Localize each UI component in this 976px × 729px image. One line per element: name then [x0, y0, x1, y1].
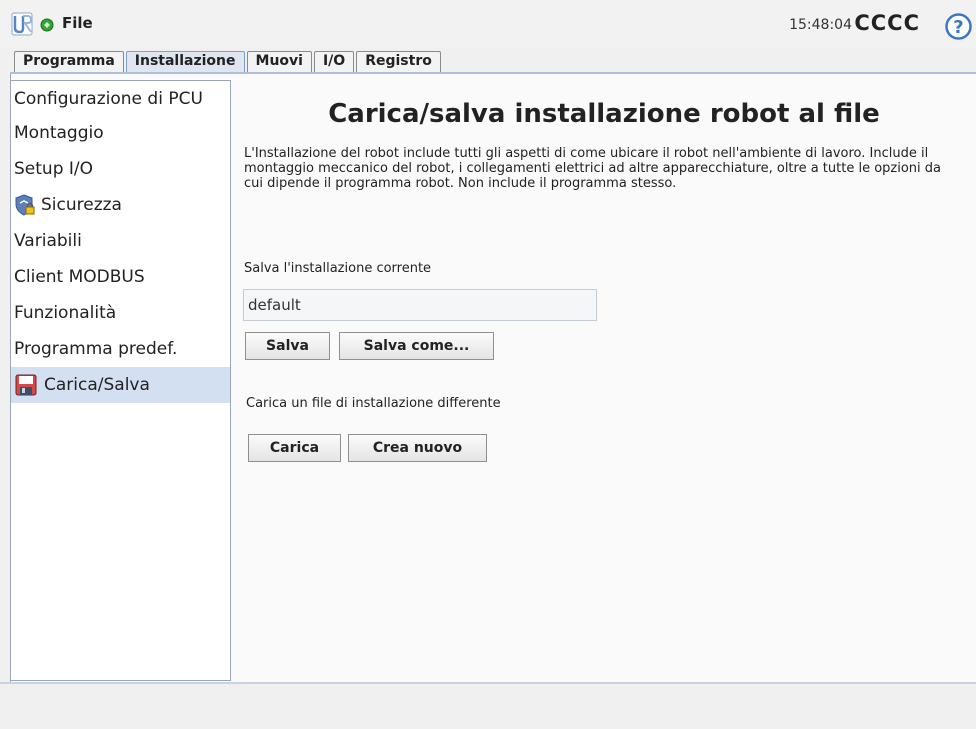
- sidebar-item-setup-io[interactable]: Setup I/O: [11, 151, 230, 187]
- file-menu[interactable]: File: [62, 14, 93, 32]
- sidebar-item-funzionalita[interactable]: Funzionalità: [11, 295, 230, 331]
- main-tabs: Programma Installazione Muovi I/O Regist…: [14, 51, 443, 73]
- floppy-disk-icon: [15, 374, 37, 396]
- sidebar-item-label: Configurazione di PCU: [14, 89, 203, 109]
- tab-programma[interactable]: Programma: [14, 51, 124, 72]
- sidebar-item-label: Client MODBUS: [14, 267, 145, 287]
- sidebar-item-sicurezza[interactable]: Sicurezza: [11, 187, 230, 223]
- ur-logo-icon[interactable]: [11, 12, 33, 36]
- sidebar-item-label: Programma predef.: [14, 339, 178, 359]
- sidebar-item-label: Variabili: [14, 231, 82, 251]
- create-new-button[interactable]: Crea nuovo: [348, 434, 487, 462]
- load-section-label: Carica un file di installazione differen…: [246, 396, 501, 411]
- robot-name: CCCC: [854, 11, 920, 35]
- save-as-button[interactable]: Salva come...: [339, 332, 494, 360]
- top-bar: File 15:48:04 CCCC ?: [0, 0, 976, 48]
- sidebar-item-label: Setup I/O: [14, 159, 94, 179]
- sidebar-item-montaggio[interactable]: Montaggio: [11, 115, 230, 151]
- sidebar-item-carica-salva[interactable]: Carica/Salva: [11, 367, 230, 403]
- shield-lock-icon: [15, 194, 35, 216]
- sidebar: Configurazione di PCU Montaggio Setup I/…: [10, 80, 231, 681]
- sidebar-item-configurazione-pcu[interactable]: Configurazione di PCU: [11, 81, 230, 117]
- sidebar-item-label: Montaggio: [14, 123, 104, 143]
- tab-registro[interactable]: Registro: [356, 51, 441, 72]
- sidebar-item-programma-predef[interactable]: Programma predef.: [11, 331, 230, 367]
- sidebar-item-label: Funzionalità: [14, 303, 117, 323]
- sidebar-item-label: Carica/Salva: [44, 375, 150, 395]
- sidebar-item-label: Sicurezza: [41, 195, 122, 215]
- tab-io[interactable]: I/O: [313, 51, 355, 72]
- status-green-icon[interactable]: [40, 18, 54, 32]
- tab-installazione[interactable]: Installazione: [125, 51, 245, 72]
- page-description: L'Installazione del robot include tutti …: [244, 146, 942, 191]
- bottom-divider: [0, 682, 976, 684]
- tab-muovi[interactable]: Muovi: [246, 51, 312, 72]
- page-title: Carica/salva installazione robot al file: [328, 99, 880, 129]
- save-button[interactable]: Salva: [245, 332, 330, 360]
- load-button[interactable]: Carica: [248, 434, 341, 462]
- installation-filename-field[interactable]: default: [243, 289, 597, 321]
- svg-text:?: ?: [953, 17, 963, 38]
- save-section-label: Salva l'installazione corrente: [244, 261, 432, 276]
- clock-display: 15:48:04: [789, 17, 852, 33]
- help-icon[interactable]: ?: [945, 13, 972, 40]
- sidebar-item-client-modbus[interactable]: Client MODBUS: [11, 259, 230, 295]
- sidebar-item-variabili[interactable]: Variabili: [11, 223, 230, 259]
